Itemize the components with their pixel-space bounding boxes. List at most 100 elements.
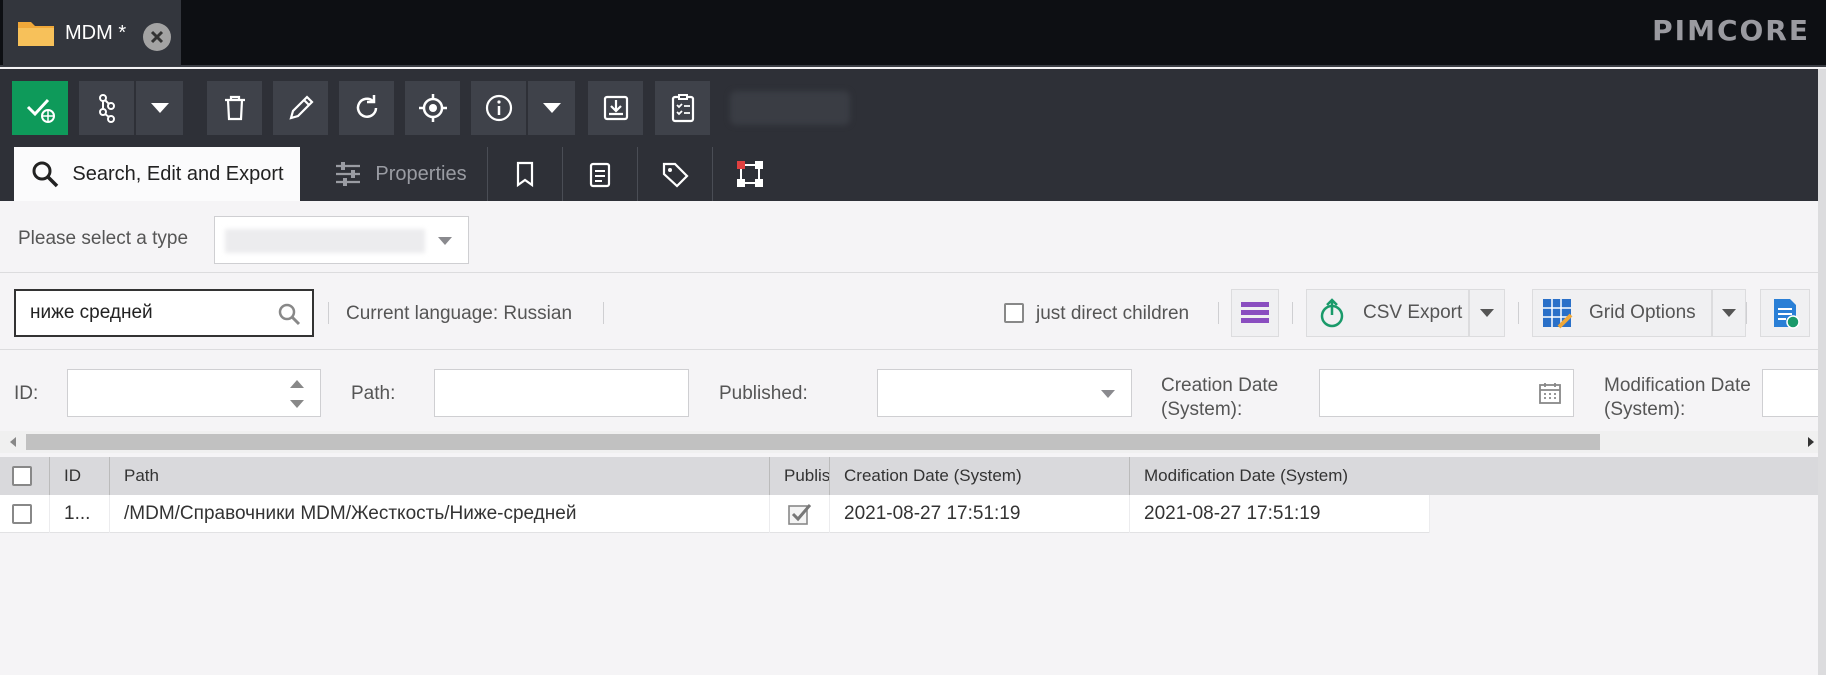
- chevron-down-icon: [1480, 309, 1494, 317]
- csv-export-dropdown-button[interactable]: [1469, 289, 1505, 337]
- csv-export-label: CSV Export: [1363, 302, 1463, 323]
- reload-icon: [356, 95, 377, 118]
- search-icon: [32, 161, 59, 188]
- row-select-cell: [0, 495, 50, 533]
- separator: [1746, 302, 1747, 324]
- info-button[interactable]: [471, 81, 526, 135]
- separator: [1218, 302, 1219, 324]
- notes-button[interactable]: [655, 81, 710, 135]
- select-all-cell: [0, 457, 50, 495]
- filter-row: ID: Path: Published: Creation Date (Syst…: [0, 351, 1826, 431]
- filter-id-input[interactable]: [67, 369, 321, 417]
- document-globe-icon: [1774, 299, 1800, 329]
- grid-options-dropdown-button[interactable]: [1712, 289, 1746, 337]
- just-direct-children-checkbox[interactable]: [1004, 303, 1024, 323]
- search-input[interactable]: ниже средней: [14, 289, 314, 337]
- save-publish-button[interactable]: [12, 81, 68, 135]
- cell-id: 1...: [50, 495, 110, 533]
- calendar-icon[interactable]: [1539, 382, 1561, 404]
- filter-modification-date-input[interactable]: [1762, 369, 1826, 417]
- horizontal-scrollbar[interactable]: [0, 431, 1826, 453]
- document-tab[interactable]: MDM *: [3, 0, 181, 66]
- locate-button[interactable]: [405, 81, 460, 135]
- batch-edit-button[interactable]: [1231, 289, 1279, 337]
- separator: [603, 302, 604, 324]
- subtabs: Search, Edit and Export Properties: [0, 147, 1826, 201]
- filter-creation-date-input[interactable]: [1319, 369, 1574, 417]
- chevron-down-icon: [438, 237, 452, 245]
- search-icon[interactable]: [276, 301, 302, 327]
- cell-path: /MDM/Справочники MDM/Жесткость/Ниже-сред…: [110, 495, 770, 533]
- tag-icon: [662, 162, 689, 188]
- export-icon: [1320, 298, 1344, 328]
- chevron-down-icon[interactable]: [290, 400, 304, 408]
- bounding-box-icon: [736, 161, 763, 187]
- table-row[interactable]: 1... /MDM/Справочники MDM/Жесткость/Ниже…: [0, 495, 1430, 533]
- grid-header: ID Path Publis Creation Date (System) Mo…: [0, 457, 1826, 495]
- info-dropdown-button[interactable]: [527, 81, 575, 135]
- object-toolbar: Search, Edit and Export Properties: [0, 69, 1826, 201]
- inheritance-dropdown-button[interactable]: [135, 81, 183, 135]
- tree-nodes-icon: [98, 94, 115, 123]
- tab-search-edit-export[interactable]: Search, Edit and Export: [14, 147, 300, 201]
- blurred-info: [730, 91, 850, 125]
- top-bar: MDM * PIMCORE: [0, 0, 1826, 67]
- delete-button[interactable]: [207, 81, 262, 135]
- separator: [1518, 302, 1519, 324]
- tab-dependencies[interactable]: [712, 147, 786, 201]
- column-header-path[interactable]: Path: [110, 457, 770, 495]
- search-input-value: ниже средней: [30, 302, 153, 323]
- tab-properties-label: Properties: [375, 162, 467, 185]
- filter-published-label: Published:: [719, 383, 808, 404]
- type-select-value: [225, 229, 425, 253]
- column-header-published[interactable]: Publis: [770, 457, 830, 495]
- select-all-checkbox[interactable]: [12, 466, 32, 486]
- rename-button[interactable]: [273, 81, 328, 135]
- separator: [328, 302, 329, 324]
- filter-path-input[interactable]: [434, 369, 689, 417]
- chevron-down-icon: [542, 103, 561, 113]
- csv-export-button[interactable]: CSV Export: [1306, 289, 1469, 337]
- right-edge-scrollbar[interactable]: [1818, 69, 1826, 675]
- reload-button[interactable]: [339, 81, 394, 135]
- tab-notes[interactable]: [562, 147, 636, 201]
- filter-creation-date-label: Creation Date (System):: [1161, 375, 1279, 420]
- scrollbar-thumb[interactable]: [26, 434, 1600, 450]
- scroll-right-icon[interactable]: [1808, 437, 1814, 447]
- scroll-left-icon[interactable]: [10, 437, 16, 447]
- download-box-icon: [603, 95, 628, 121]
- column-header-creation-date[interactable]: Creation Date (System): [830, 457, 1130, 495]
- filter-published-select[interactable]: [877, 369, 1132, 417]
- close-icon[interactable]: [143, 23, 171, 51]
- filter-id-label: ID:: [14, 383, 39, 404]
- cell-creation-date: 2021-08-27 17:51:19: [830, 495, 1130, 533]
- export-config-button[interactable]: [1760, 289, 1810, 337]
- tab-search-label: Search, Edit and Export: [72, 162, 284, 185]
- bookmark-icon: [516, 161, 533, 188]
- grid-options-label: Grid Options: [1589, 302, 1696, 323]
- chevron-down-icon: [1722, 309, 1736, 317]
- cell-modification-date: 2021-08-27 17:51:19: [1130, 495, 1430, 533]
- tab-properties[interactable]: Properties: [314, 147, 486, 201]
- type-selector-row: Please select a type: [0, 201, 1826, 273]
- trash-icon: [224, 95, 245, 121]
- grid-options-button[interactable]: Grid Options: [1532, 289, 1712, 337]
- chevron-up-icon[interactable]: [290, 380, 304, 388]
- clipboard-list-icon: [671, 94, 694, 123]
- sliders-icon: [336, 162, 361, 186]
- checked-checkbox-icon: [788, 504, 812, 525]
- type-select-label: Please select a type: [18, 228, 189, 249]
- row-checkbox[interactable]: [12, 504, 32, 524]
- import-button[interactable]: [588, 81, 643, 135]
- cell-published: [770, 495, 830, 533]
- column-header-id[interactable]: ID: [50, 457, 110, 495]
- tab-versions[interactable]: [487, 147, 561, 201]
- chevron-down-icon: [150, 103, 169, 113]
- folder-icon: [17, 19, 55, 47]
- tab-tags[interactable]: [637, 147, 711, 201]
- check-globe-icon: [26, 98, 55, 123]
- info-icon: [485, 94, 512, 122]
- inheritance-button[interactable]: [79, 81, 134, 135]
- type-select[interactable]: [214, 216, 469, 264]
- column-header-modification-date[interactable]: Modification Date (System): [1130, 457, 1826, 495]
